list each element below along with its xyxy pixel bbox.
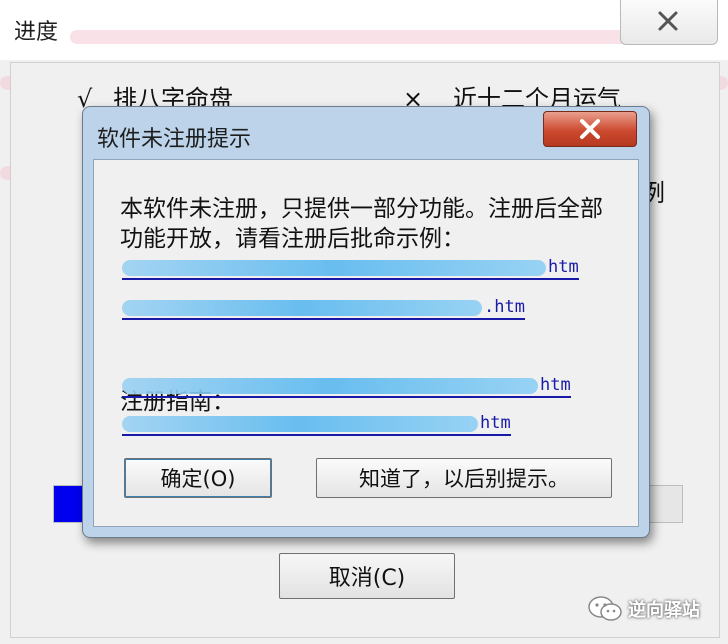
link-suffix: htm	[548, 257, 579, 277]
guide-link[interactable]: htm	[122, 408, 511, 436]
redacted-url	[122, 260, 546, 276]
blurred-background-text	[70, 30, 670, 44]
dont-show-again-button[interactable]: 知道了，以后别提示。	[316, 458, 612, 498]
progress-window-close-button[interactable]	[620, 0, 718, 45]
close-icon	[580, 119, 600, 139]
redacted-url	[122, 378, 538, 394]
progress-window-titlebar: 进度	[0, 0, 728, 60]
unregistered-dialog: 软件未注册提示 本软件未注册，只提供一部分功能。注册后全部功能开放，请看注册后批…	[82, 106, 650, 538]
example-link[interactable]: htm	[122, 252, 579, 280]
example-link[interactable]: .htm	[122, 292, 525, 320]
progress-window-title: 进度	[14, 20, 59, 45]
dialog-close-button[interactable]	[543, 111, 637, 147]
ok-button[interactable]: 确定(O)	[124, 458, 272, 498]
wechat-icon	[588, 596, 622, 621]
guide-link[interactable]: htm	[122, 370, 571, 398]
cancel-button[interactable]: 取消(C)	[279, 553, 455, 599]
dialog-message: 本软件未注册，只提供一部分功能。注册后全部功能开放，请看注册后批命示例：	[120, 196, 603, 252]
redacted-url	[122, 300, 482, 316]
redacted-url	[122, 416, 478, 432]
link-suffix: htm	[540, 375, 571, 395]
link-suffix: htm	[480, 413, 511, 433]
watermark: 逆向驿站	[588, 592, 700, 626]
close-icon	[658, 11, 678, 31]
dialog-title: 软件未注册提示	[97, 127, 252, 152]
link-suffix: .htm	[484, 297, 525, 317]
watermark-text: 逆向驿站	[628, 600, 700, 621]
dialog-client: 本软件未注册，只提供一部分功能。注册后全部功能开放，请看注册后批命示例： htm…	[93, 159, 639, 527]
